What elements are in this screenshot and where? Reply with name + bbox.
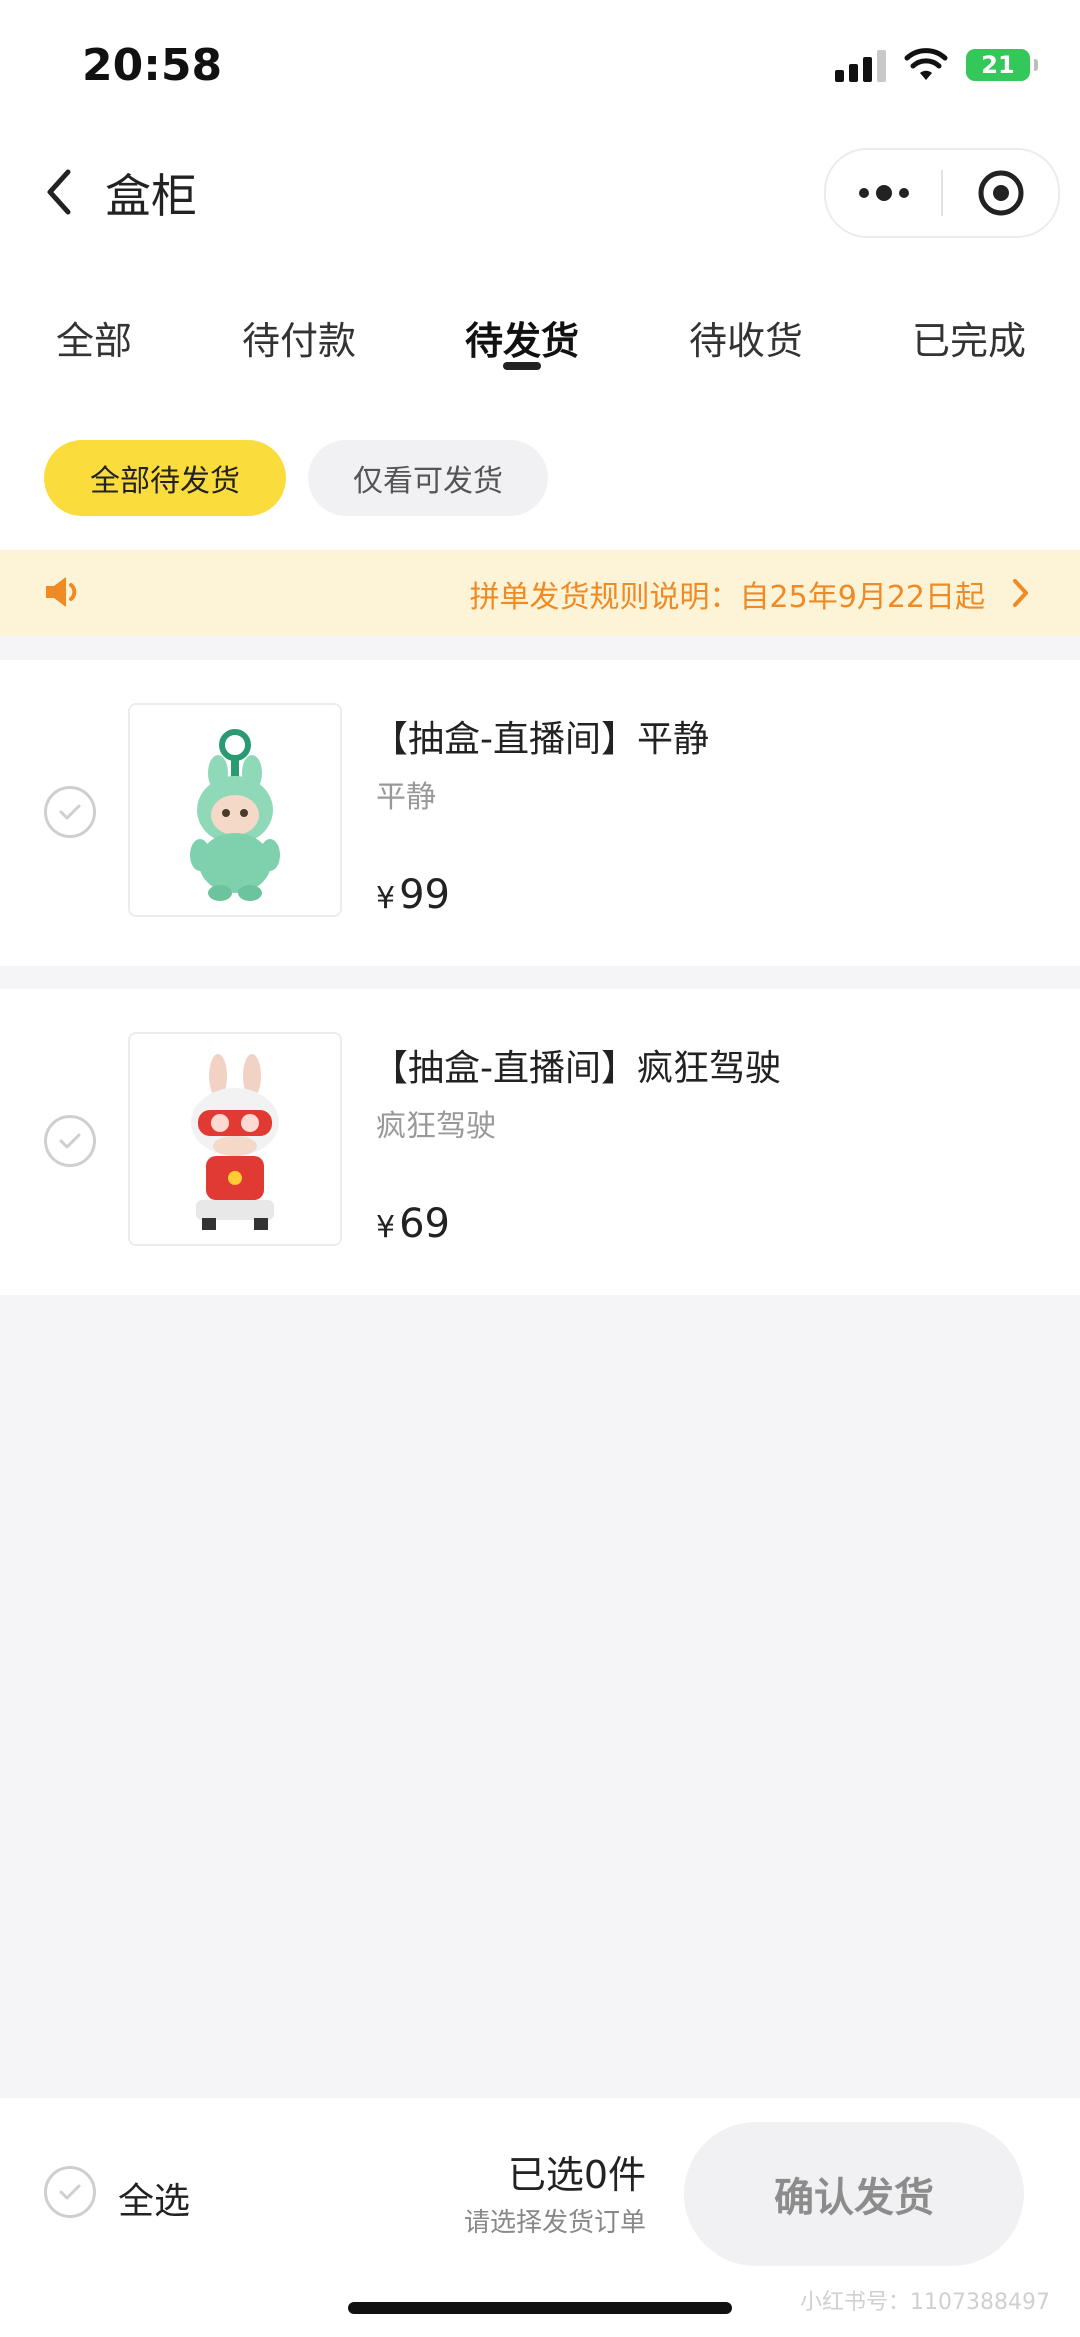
select-all-label[interactable]: 全选 (118, 2172, 190, 2224)
product-image[interactable] (128, 1032, 342, 1246)
filter-shippable-only[interactable]: 仅看可发货 (308, 440, 548, 516)
mini-program-capsule (824, 148, 1060, 238)
order-tabs: 全部 待付款 待发货 待收货 已完成 (0, 280, 1080, 410)
product-spec: 平静 (376, 780, 436, 815)
battery-icon: 21 (966, 49, 1038, 81)
status-bar: 20:58 21 (0, 0, 1080, 140)
home-indicator (348, 2302, 732, 2314)
product-spec: 疯狂驾驶 (376, 1109, 496, 1144)
currency-symbol: ¥ (376, 1210, 396, 1245)
check-icon (59, 2184, 81, 2200)
nav-header: 盒柜 (0, 140, 1080, 280)
tab-completed[interactable]: 已完成 (912, 310, 1026, 365)
product-image[interactable] (128, 703, 342, 917)
tab-pending-shipment[interactable]: 待发货 (465, 310, 579, 365)
order-checkbox[interactable] (44, 1115, 96, 1167)
filter-chips: 全部待发货 仅看可发货 (0, 410, 1080, 550)
selected-count: 已选0件 (507, 2153, 646, 2197)
tab-pending-payment[interactable]: 待付款 (242, 310, 356, 365)
product-name: 【抽盒-直播间】疯狂驾驶 (372, 1048, 781, 1089)
product-price: ¥99 (376, 872, 450, 918)
check-icon (59, 1133, 81, 1149)
tab-pending-receipt[interactable]: 待收货 (689, 310, 803, 365)
order-checkbox[interactable] (44, 786, 96, 838)
product-price: ¥69 (376, 1201, 450, 1247)
order-card[interactable]: 【抽盒-直播间】疯狂驾驶 疯狂驾驶 ¥69 (0, 989, 1080, 1295)
check-icon (59, 804, 81, 820)
select-all-checkbox[interactable] (44, 2166, 96, 2218)
green-plush-toy-image (190, 729, 280, 901)
battery-level: 21 (981, 51, 1015, 79)
wifi-icon (904, 48, 948, 80)
watermark: 小红书号：1107388497 (800, 2290, 1050, 2315)
currency-symbol: ¥ (376, 881, 396, 916)
tab-all[interactable]: 全部 (56, 310, 132, 365)
more-button[interactable] (826, 150, 941, 236)
page-title: 盒柜 (105, 169, 197, 223)
active-tab-indicator (503, 362, 541, 370)
chevron-right-icon (1013, 579, 1028, 607)
product-name: 【抽盒-直播间】平静 (372, 719, 709, 760)
close-button[interactable] (943, 150, 1058, 236)
speaker-icon (46, 577, 77, 607)
price-value: 99 (399, 872, 450, 918)
more-icon (858, 185, 909, 201)
red-driver-toy-image (191, 1054, 279, 1230)
shipping-notice-bar[interactable]: 拼单发货规则说明：自25年9月22日起 (0, 550, 1080, 636)
order-card[interactable]: 【抽盒-直播间】平静 平静 ¥99 (0, 660, 1080, 966)
status-time: 20:58 (82, 40, 223, 91)
selection-hint: 请选择发货订单 (463, 2208, 646, 2238)
filter-all-pending-shipment[interactable]: 全部待发货 (44, 440, 286, 516)
price-value: 69 (399, 1201, 450, 1247)
back-icon[interactable] (40, 162, 80, 222)
target-icon (978, 170, 1023, 216)
confirm-shipment-button[interactable]: 确认发货 (684, 2122, 1024, 2266)
notice-text: 拼单发货规则说明：自25年9月22日起 (469, 580, 985, 615)
signal-icon (835, 48, 886, 82)
status-icons: 21 (835, 48, 1038, 82)
page: 20:58 21 盒柜 全部 待付款 待发货 待收货 已完成 全部待发货 仅看可… (0, 0, 1080, 2337)
